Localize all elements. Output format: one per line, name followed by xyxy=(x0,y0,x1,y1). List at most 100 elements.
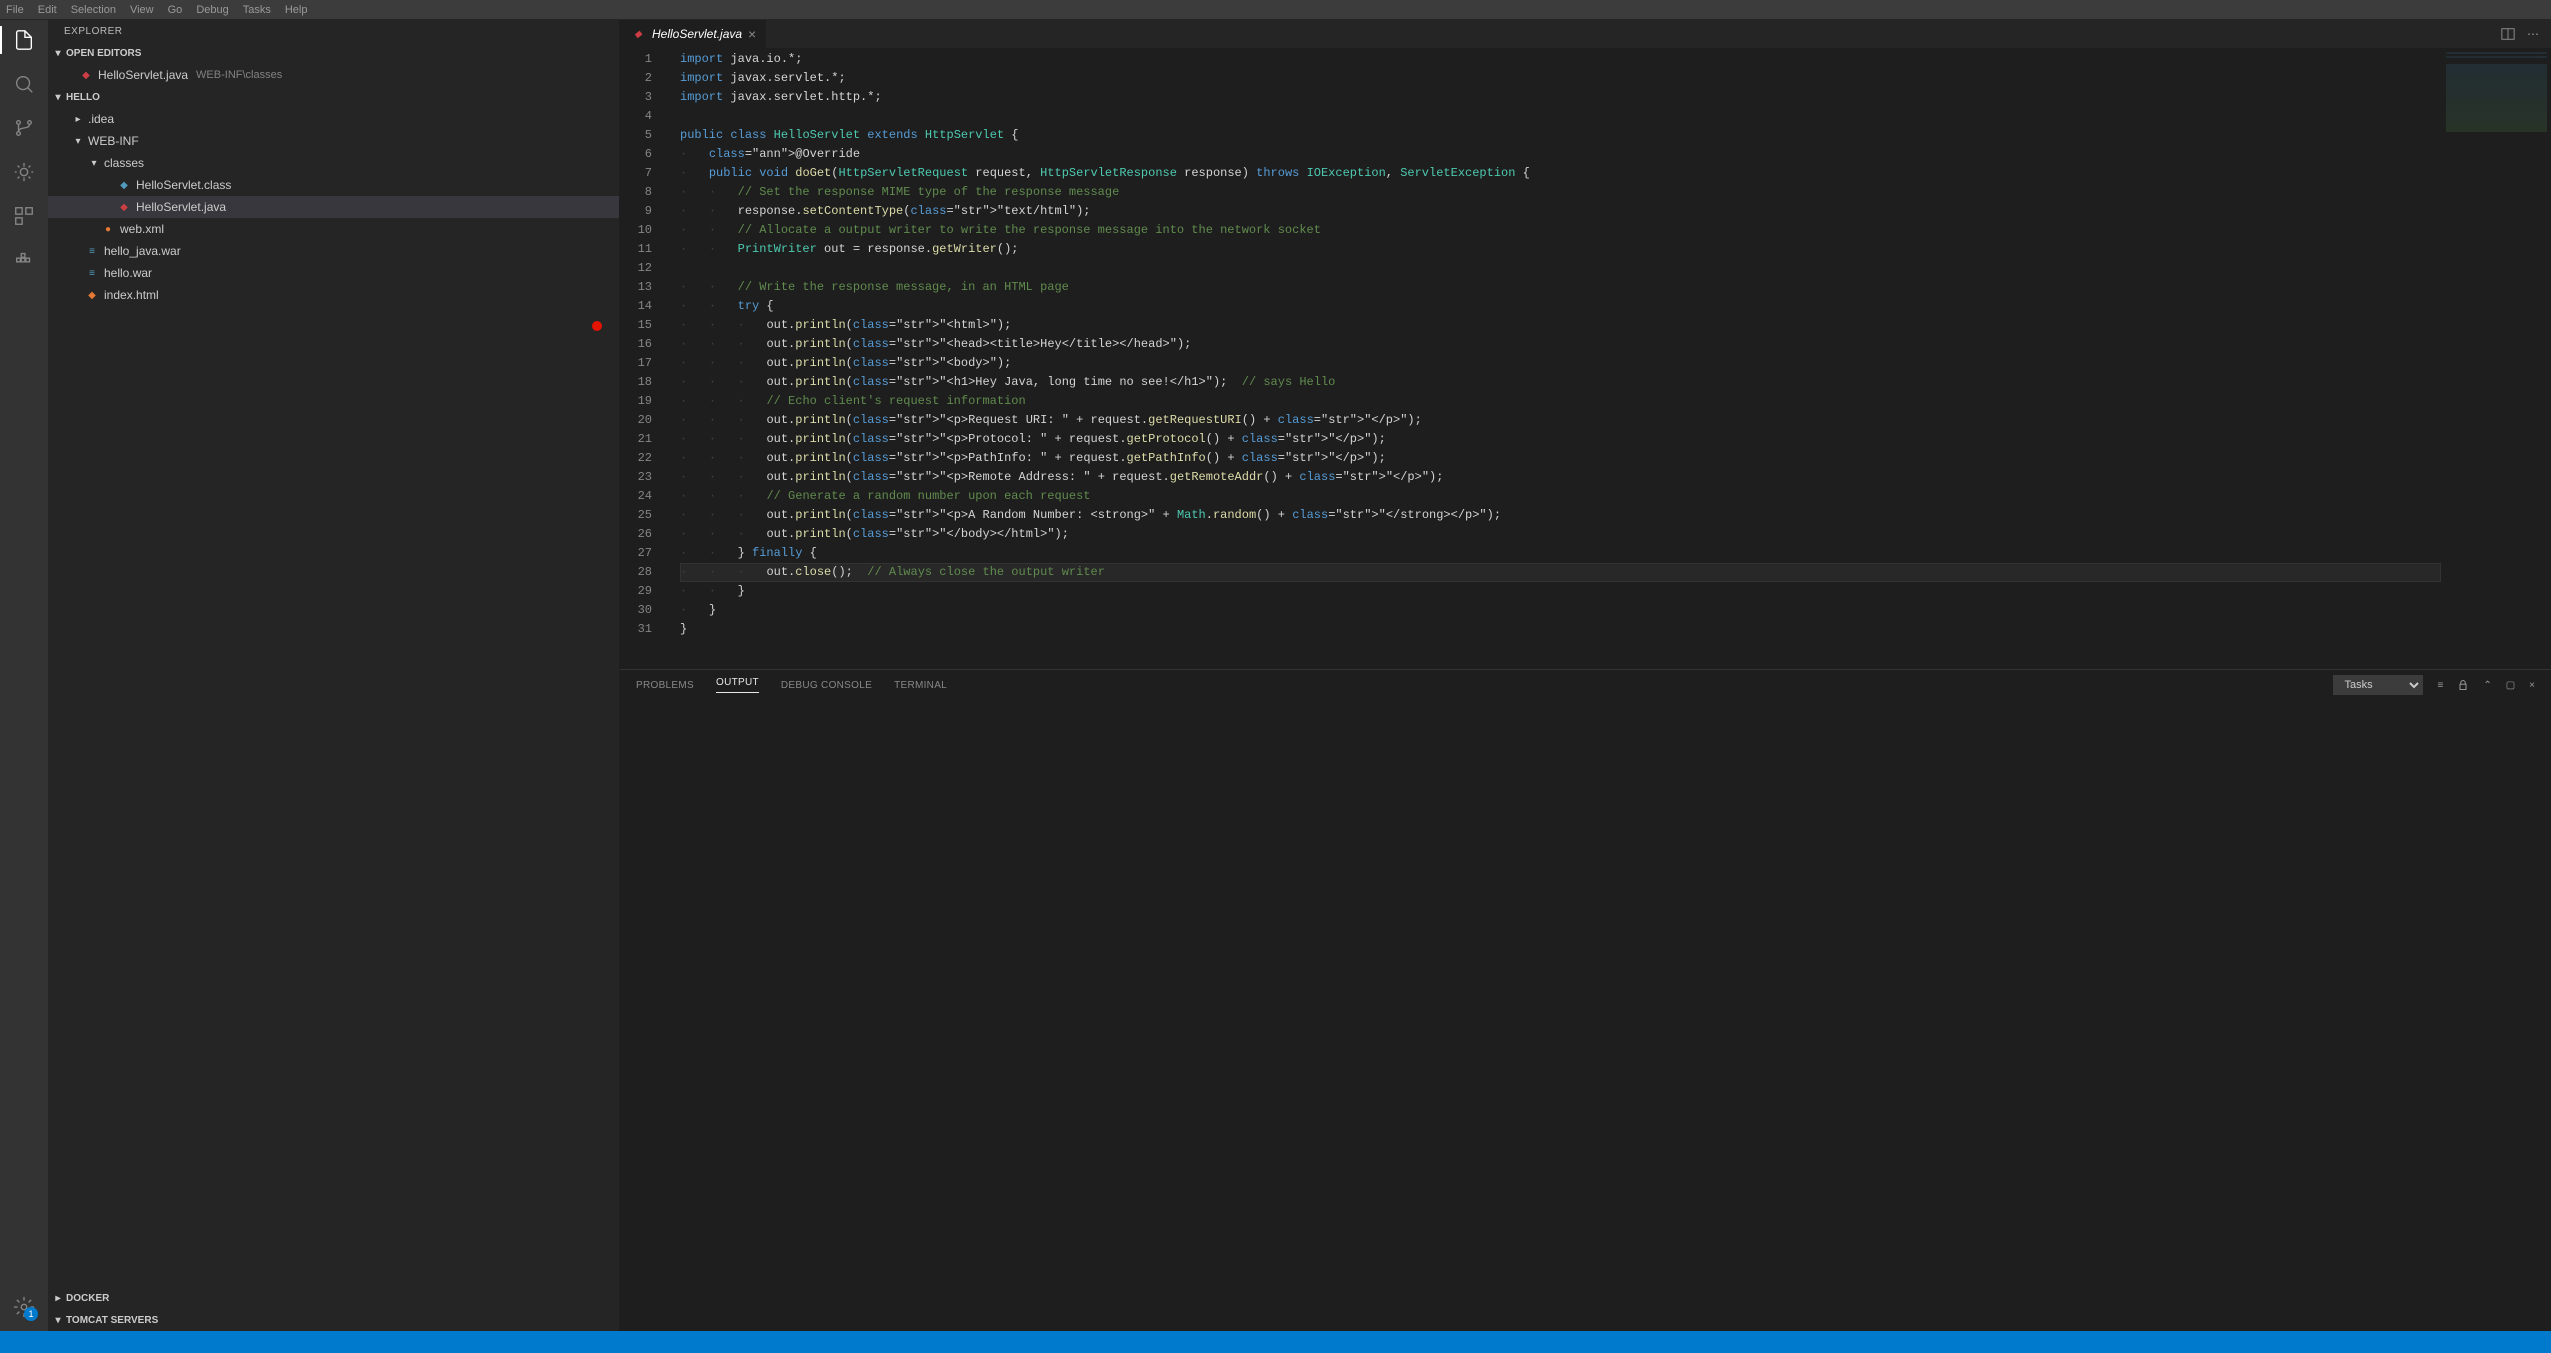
tree-file-war1[interactable]: ≡ hello_java.war xyxy=(48,240,619,262)
tree-label: WEB-INF xyxy=(88,134,139,148)
tree-label: hello.war xyxy=(104,266,152,280)
tab-close-button[interactable]: × xyxy=(748,26,756,42)
tree-label: web.xml xyxy=(120,222,164,236)
editor-body: 1234567891011121314151617181920212223242… xyxy=(620,48,2551,669)
project-tree: ▸ .idea ▾ WEB-INF ▾ classes ◆ HelloServl… xyxy=(48,108,619,1287)
chevron-right-icon: ▸ xyxy=(72,114,84,125)
tree-folder-classes[interactable]: ▾ classes xyxy=(48,152,619,174)
split-editor-icon[interactable] xyxy=(2501,27,2515,41)
section-tomcat[interactable]: ▾ TOMCAT SERVERS xyxy=(48,1309,619,1331)
open-editors-tree: ◆ HelloServlet.java WEB-INF\classes xyxy=(48,64,619,86)
java-icon: ◆ xyxy=(630,26,646,42)
menu-help[interactable]: Help xyxy=(285,4,308,16)
sidebar-title: EXPLORER xyxy=(48,20,619,42)
activity-settings[interactable]: 1 xyxy=(12,1295,36,1319)
panel-maximize-icon[interactable]: ▢ xyxy=(2506,680,2515,691)
tab-actions: ⋯ xyxy=(2489,20,2551,48)
panel-controls: Tasks ≡ ⌃ ▢ × xyxy=(2333,675,2535,695)
open-editors-label: OPEN EDITORS xyxy=(66,48,141,59)
tree-label: index.html xyxy=(104,288,159,302)
status-bar[interactable] xyxy=(0,1331,2551,1353)
editor-tab[interactable]: ◆ HelloServlet.java × xyxy=(620,20,767,48)
chevron-down-icon: ▾ xyxy=(88,158,100,169)
activity-search[interactable] xyxy=(12,72,36,96)
chevron-right-icon: ▸ xyxy=(52,1293,64,1304)
tree-file-war2[interactable]: ≡ hello.war xyxy=(48,262,619,284)
panel-tabs: PROBLEMS OUTPUT DEBUG CONSOLE TERMINAL T… xyxy=(620,670,2551,700)
search-icon xyxy=(13,73,35,95)
panel-close-icon[interactable]: × xyxy=(2529,680,2535,691)
settings-badge: 1 xyxy=(24,1307,38,1321)
menu-tasks[interactable]: Tasks xyxy=(243,4,271,16)
tab-bar: ◆ HelloServlet.java × ⋯ xyxy=(620,20,2551,48)
chevron-down-icon: ▾ xyxy=(52,1315,64,1326)
minimap[interactable] xyxy=(2441,48,2551,669)
menu-file[interactable]: File xyxy=(6,4,24,16)
panel-tab-debug[interactable]: DEBUG CONSOLE xyxy=(781,680,872,691)
chevron-down-icon: ▾ xyxy=(52,92,64,103)
chevron-down-icon: ▾ xyxy=(52,48,64,59)
more-actions-icon[interactable]: ⋯ xyxy=(2527,27,2539,41)
activity-debug[interactable] xyxy=(12,160,36,184)
menu-go[interactable]: Go xyxy=(168,4,183,16)
docker-icon xyxy=(13,249,35,271)
files-icon xyxy=(13,29,35,51)
tomcat-label: TOMCAT SERVERS xyxy=(66,1315,158,1326)
open-editor-path: WEB-INF\classes xyxy=(196,69,282,81)
war-icon: ≡ xyxy=(84,265,100,281)
extensions-icon xyxy=(13,205,35,227)
line-gutter[interactable]: 1234567891011121314151617181920212223242… xyxy=(620,48,672,669)
activity-explorer[interactable] xyxy=(12,28,36,52)
git-branch-icon xyxy=(13,117,35,139)
menu-selection[interactable]: Selection xyxy=(71,4,116,16)
open-editor-name: HelloServlet.java xyxy=(98,68,188,82)
open-editor-item[interactable]: ◆ HelloServlet.java WEB-INF\classes xyxy=(48,64,619,86)
class-icon: ◆ xyxy=(116,177,132,193)
bug-icon xyxy=(13,161,35,183)
activity-extensions[interactable] xyxy=(12,204,36,228)
panel-tab-problems[interactable]: PROBLEMS xyxy=(636,680,694,691)
activity-bar: 1 xyxy=(0,20,48,1331)
tree-label: classes xyxy=(104,156,144,170)
section-project[interactable]: ▾ HELLO xyxy=(48,86,619,108)
tree-file-class[interactable]: ◆ HelloServlet.class xyxy=(48,174,619,196)
sidebar: EXPLORER ▾ OPEN EDITORS ◆ HelloServlet.j… xyxy=(48,20,620,1331)
tree-file-index[interactable]: ◆ index.html xyxy=(48,284,619,306)
tree-file-java[interactable]: ◆ HelloServlet.java xyxy=(48,196,619,218)
code-editor[interactable]: import java.io.*;import javax.servlet.*;… xyxy=(672,48,2441,669)
menu-view[interactable]: View xyxy=(130,4,154,16)
html-icon: ◆ xyxy=(84,287,100,303)
tree-label: .idea xyxy=(88,112,114,126)
war-icon: ≡ xyxy=(84,243,100,259)
clear-output-icon[interactable]: ≡ xyxy=(2437,680,2443,691)
java-icon: ◆ xyxy=(78,67,94,83)
activity-docker[interactable] xyxy=(12,248,36,272)
tree-file-webxml[interactable]: ● web.xml xyxy=(48,218,619,240)
chevron-down-icon: ▾ xyxy=(72,136,84,147)
tree-folder-idea[interactable]: ▸ .idea xyxy=(48,108,619,130)
tab-name: HelloServlet.java xyxy=(652,27,742,41)
project-label: HELLO xyxy=(66,92,100,103)
section-docker[interactable]: ▸ DOCKER xyxy=(48,1287,619,1309)
java-icon: ◆ xyxy=(116,199,132,215)
xml-icon: ● xyxy=(100,221,116,237)
minimap-preview xyxy=(2446,52,2547,132)
activity-source-control[interactable] xyxy=(12,116,36,140)
lock-scroll-icon[interactable] xyxy=(2457,679,2469,691)
tree-folder-webinf[interactable]: ▾ WEB-INF xyxy=(48,130,619,152)
editor-area: ◆ HelloServlet.java × ⋯ 1234567891011121… xyxy=(620,20,2551,1331)
panel-tab-output[interactable]: OUTPUT xyxy=(716,677,759,693)
tree-label: HelloServlet.java xyxy=(136,200,226,214)
section-open-editors[interactable]: ▾ OPEN EDITORS xyxy=(48,42,619,64)
docker-label: DOCKER xyxy=(66,1293,109,1304)
tree-label: HelloServlet.class xyxy=(136,178,231,192)
main-container: 1 EXPLORER ▾ OPEN EDITORS ◆ HelloServlet… xyxy=(0,20,2551,1331)
menu-edit[interactable]: Edit xyxy=(38,4,57,16)
menu-bar: File Edit Selection View Go Debug Tasks … xyxy=(0,0,2551,20)
menu-debug[interactable]: Debug xyxy=(196,4,228,16)
bottom-panel: PROBLEMS OUTPUT DEBUG CONSOLE TERMINAL T… xyxy=(620,669,2551,1331)
output-channel-select[interactable]: Tasks xyxy=(2333,675,2423,695)
panel-expand-icon[interactable]: ⌃ xyxy=(2483,680,2491,691)
panel-tab-terminal[interactable]: TERMINAL xyxy=(894,680,947,691)
tree-label: hello_java.war xyxy=(104,244,181,258)
